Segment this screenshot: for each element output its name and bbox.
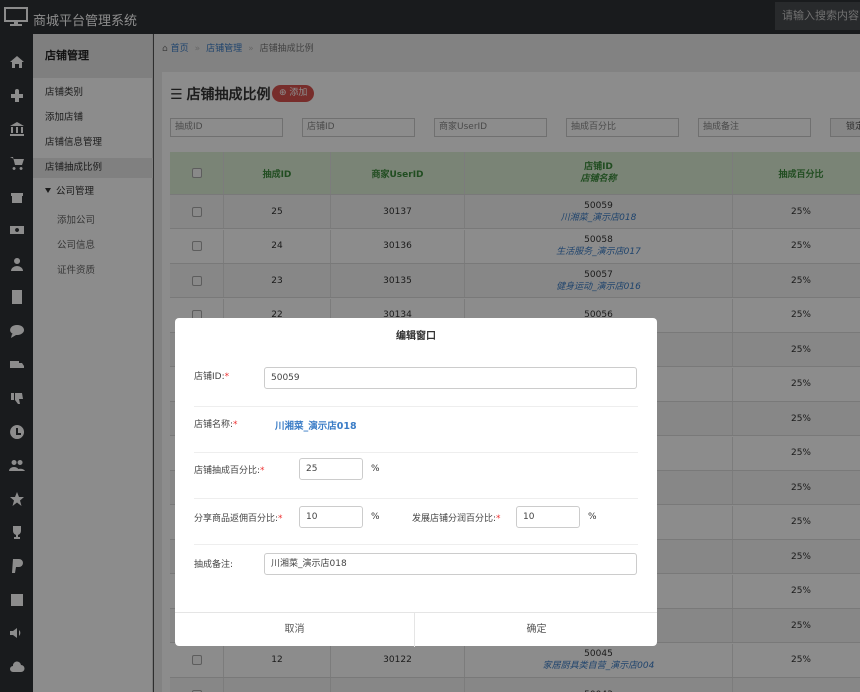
dialog-title: 编辑窗口 [396, 331, 436, 342]
rate-percent-sign: % [371, 464, 380, 474]
confirm-button[interactable]: 确定 [416, 613, 657, 647]
dev-percent-sign: % [588, 512, 597, 522]
shop-name-value: 川湘菜_演示店018 [275, 421, 357, 432]
rate-label: 店铺抽成百分比:* [194, 466, 265, 476]
cancel-button[interactable]: 取消 [175, 613, 415, 647]
share-percent-sign: % [371, 512, 380, 522]
shop-id-input[interactable]: 50059 [264, 367, 637, 389]
shop-id-row: 店铺ID:* 50059 [194, 361, 638, 407]
shop-id-label: 店铺ID:* [194, 372, 230, 382]
shop-name-label: 店铺名称:* [194, 420, 238, 430]
remark-label: 抽成备注: [194, 560, 234, 570]
rate-input[interactable]: 25 [299, 458, 363, 480]
share-label: 分享商品返佣百分比:* [194, 514, 283, 524]
rate-row: 店铺抽成百分比:* 25 % [194, 453, 638, 499]
remark-input[interactable]: 川湘菜_演示店018 [264, 553, 637, 575]
edit-dialog: 编辑窗口 店铺ID:* 50059 店铺名称:* 川湘菜_演示店018 店铺抽成… [175, 318, 657, 647]
dev-label: 发展店铺分润百分比:* [412, 514, 501, 524]
remark-row: 抽成备注: 川湘菜_演示店018 [194, 545, 638, 591]
dev-input[interactable]: 10 [516, 506, 580, 528]
dialog-footer: 取消 确定 [175, 612, 657, 647]
shop-name-row: 店铺名称:* 川湘菜_演示店018 [194, 407, 638, 453]
share-row: 分享商品返佣百分比:* 10 % 发展店铺分润百分比:* 10 % [194, 499, 638, 545]
share-input[interactable]: 10 [299, 506, 363, 528]
